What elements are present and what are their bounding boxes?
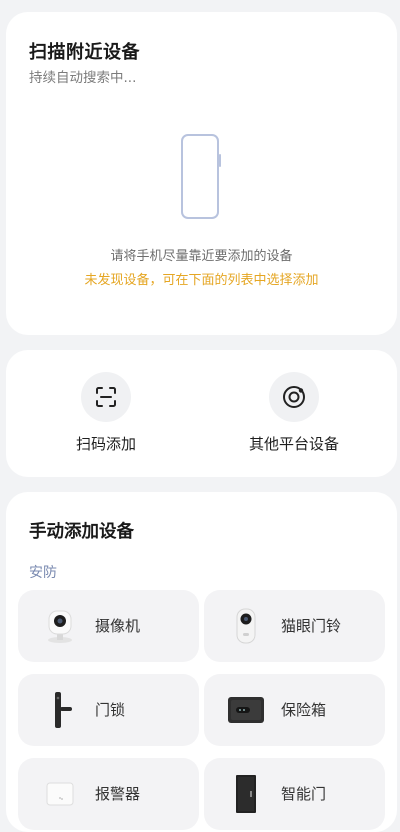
device-tile-door-lock[interactable]: 门锁 <box>18 674 199 746</box>
device-label: 保险箱 <box>281 701 327 719</box>
device-label: 报警器 <box>95 785 141 803</box>
device-label: 门锁 <box>95 701 126 719</box>
other-platform-label: 其他平台设备 <box>248 435 339 453</box>
door-lock-icon <box>40 690 80 730</box>
alarm-icon <box>40 774 80 814</box>
camera-icon <box>40 606 80 646</box>
add-actions-card: 扫码添加 其他平台设备 <box>6 350 397 477</box>
scan-status: 持续自动搜索中... <box>29 70 137 86</box>
device-tile-alarm[interactable]: 报警器 <box>18 758 199 830</box>
device-tile-smart-door[interactable]: 智能门 <box>204 758 385 830</box>
safe-box-icon <box>226 690 266 730</box>
scan-warning: 未发现设备，可在下面的列表中选择添加 <box>84 273 319 288</box>
smart-door-icon <box>226 774 266 814</box>
category-label: 安防 <box>29 565 57 581</box>
scan-nearby-card: 扫描附近设备 持续自动搜索中... 请将手机尽量靠近要添加的设备 未发现设备，可… <box>6 12 397 335</box>
scan-qr-icon <box>81 372 131 422</box>
device-label: 摄像机 <box>95 617 141 635</box>
scan-hint: 请将手机尽量靠近要添加的设备 <box>110 249 293 264</box>
phone-illustration-icon <box>181 134 221 219</box>
device-label: 智能门 <box>281 785 327 803</box>
manual-add-card: 手动添加设备 安防 摄像机 猫眼门铃 门锁 保险箱 报警器 智能门 <box>6 492 397 832</box>
device-tile-camera[interactable]: 摄像机 <box>18 590 199 662</box>
peephole-doorbell-icon <box>226 606 266 646</box>
other-platform-button[interactable]: 其他平台设备 <box>234 372 354 454</box>
device-tile-safe-box[interactable]: 保险箱 <box>204 674 385 746</box>
other-platform-icon <box>269 372 319 422</box>
scan-title: 扫描附近设备 <box>29 42 140 63</box>
device-tile-peephole-doorbell[interactable]: 猫眼门铃 <box>204 590 385 662</box>
manual-add-title: 手动添加设备 <box>29 522 134 542</box>
scan-code-button[interactable]: 扫码添加 <box>46 372 166 454</box>
device-label: 猫眼门铃 <box>281 617 342 635</box>
scan-code-label: 扫码添加 <box>75 435 136 453</box>
